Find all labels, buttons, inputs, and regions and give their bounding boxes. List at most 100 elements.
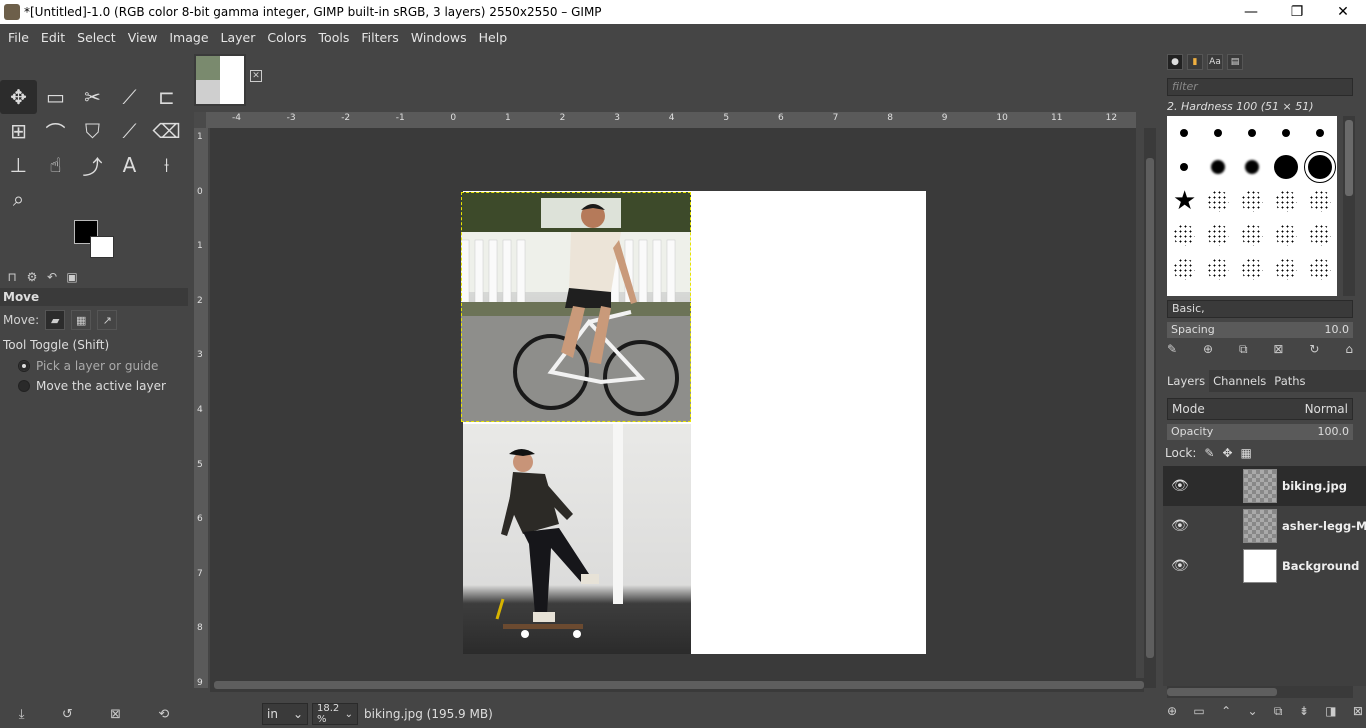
layer-row[interactable]: 👁 biking.jpg bbox=[1163, 466, 1366, 506]
layer-row[interactable]: 👁 Background bbox=[1163, 546, 1366, 586]
menu-layer[interactable]: Layer bbox=[215, 30, 262, 45]
minimize-button[interactable]: — bbox=[1228, 0, 1274, 24]
vertical-scrollbar[interactable] bbox=[1144, 128, 1156, 688]
vertical-scroll-thumb[interactable] bbox=[1146, 158, 1154, 658]
menu-select[interactable]: Select bbox=[71, 30, 122, 45]
menu-windows[interactable]: Windows bbox=[405, 30, 473, 45]
brush-filter-input[interactable]: filter bbox=[1167, 78, 1353, 96]
lower-layer-icon[interactable]: ⌄ bbox=[1248, 704, 1258, 722]
warp-transform-tool-icon[interactable]: ⌒ bbox=[37, 114, 74, 148]
merge-layer-icon[interactable]: ⇟ bbox=[1299, 704, 1309, 722]
smudge-tool-icon[interactable]: ☝ bbox=[37, 148, 74, 182]
rect-select-tool-icon[interactable]: ▭ bbox=[37, 80, 74, 114]
new-layer-icon[interactable]: ⊕ bbox=[1167, 704, 1177, 722]
fonts-tab-icon[interactable]: Aa bbox=[1207, 54, 1223, 70]
brush-item[interactable] bbox=[1211, 160, 1225, 174]
brush-item[interactable] bbox=[1275, 190, 1297, 212]
delete-brush-icon[interactable]: ⊠ bbox=[1273, 342, 1283, 360]
new-brush-icon[interactable]: ⊕ bbox=[1203, 342, 1213, 360]
tab-paths[interactable]: Paths bbox=[1270, 370, 1309, 392]
move-selection-icon[interactable]: ▦ bbox=[71, 310, 92, 330]
refresh-brushes-icon[interactable]: ↻ bbox=[1309, 342, 1319, 360]
layer-mode-select[interactable]: Mode Normal bbox=[1167, 398, 1353, 420]
bucket-fill-tool-icon[interactable]: ⛉ bbox=[74, 114, 111, 148]
layer-name[interactable]: biking.jpg bbox=[1282, 479, 1366, 493]
delete-layer-icon[interactable]: ⊠ bbox=[1353, 704, 1363, 722]
document-history-tab-icon[interactable]: ▤ bbox=[1227, 54, 1243, 70]
brush-item[interactable] bbox=[1241, 258, 1263, 280]
brush-item-selected[interactable] bbox=[1304, 151, 1336, 183]
menu-edit[interactable]: Edit bbox=[35, 30, 71, 45]
opacity-slider[interactable]: Opacity 100.0 bbox=[1167, 424, 1353, 440]
tab-channels[interactable]: Channels bbox=[1209, 370, 1270, 392]
brush-item-star[interactable]: ★ bbox=[1173, 188, 1196, 214]
horizontal-scrollbar[interactable] bbox=[210, 678, 1144, 692]
brush-scrollbar[interactable] bbox=[1343, 116, 1355, 296]
paintbrush-tool-icon[interactable]: ⟋ bbox=[111, 114, 148, 148]
brush-item[interactable] bbox=[1241, 190, 1263, 212]
paths-tool-icon[interactable]: ⤴ bbox=[74, 148, 111, 182]
layer-mask-icon[interactable]: ◨ bbox=[1325, 704, 1336, 722]
delete-options-icon[interactable]: ⊠ bbox=[110, 707, 121, 722]
brush-item[interactable] bbox=[1309, 190, 1331, 212]
visibility-eye-icon[interactable]: 👁 bbox=[1171, 478, 1189, 494]
lock-position-icon[interactable]: ✥ bbox=[1222, 446, 1232, 460]
crop-tool-icon[interactable]: ⊏ bbox=[148, 80, 185, 114]
radio-pick-layer[interactable]: Pick a layer or guide bbox=[0, 356, 188, 376]
horizontal-ruler[interactable]: -4 -3 -2 -1 0 1 2 3 4 5 6 7 8 9 10 11 12 bbox=[206, 112, 1136, 128]
fuzzy-select-tool-icon[interactable]: ⟋ bbox=[111, 80, 148, 114]
brush-item[interactable] bbox=[1248, 129, 1256, 137]
unit-select[interactable]: in ⌄ bbox=[262, 703, 308, 725]
layer-list-scrollbar[interactable] bbox=[1167, 686, 1353, 698]
image-tab-thumbnail[interactable] bbox=[194, 54, 246, 106]
brush-item[interactable] bbox=[1173, 224, 1195, 246]
brush-item[interactable] bbox=[1207, 224, 1229, 246]
menu-image[interactable]: Image bbox=[163, 30, 214, 45]
restore-button[interactable]: ❐ bbox=[1274, 0, 1320, 24]
color-picker-tool-icon[interactable]: ⟊ bbox=[148, 148, 185, 182]
horizontal-scroll-thumb[interactable] bbox=[214, 681, 1144, 689]
edit-brush-icon[interactable]: ✎ bbox=[1167, 342, 1177, 360]
brush-item[interactable] bbox=[1309, 224, 1331, 246]
scissors-select-tool-icon[interactable]: ✂ bbox=[74, 80, 111, 114]
lock-alpha-icon[interactable]: ▦ bbox=[1241, 446, 1252, 460]
menu-filters[interactable]: Filters bbox=[355, 30, 404, 45]
vertical-ruler[interactable]: 1 0 1 2 3 4 5 6 7 8 9 bbox=[194, 128, 208, 688]
reset-options-icon[interactable]: ⟲ bbox=[158, 707, 169, 722]
ruler-corner[interactable] bbox=[194, 112, 206, 128]
duplicate-brush-icon[interactable]: ⧉ bbox=[1239, 342, 1248, 360]
text-tool-icon[interactable]: A bbox=[111, 148, 148, 182]
menu-file[interactable]: File bbox=[2, 30, 35, 45]
zoom-select[interactable]: 18.2 % ⌄ bbox=[312, 703, 358, 725]
brush-item[interactable] bbox=[1274, 155, 1298, 179]
visibility-eye-icon[interactable]: 👁 bbox=[1171, 518, 1189, 534]
restore-options-icon[interactable]: ↺ bbox=[62, 707, 73, 722]
layer-name[interactable]: asher-legg-Mi bbox=[1282, 519, 1366, 533]
new-layer-group-icon[interactable]: ▭ bbox=[1193, 704, 1204, 722]
spacing-slider[interactable]: Spacing 10.0 bbox=[1167, 322, 1353, 338]
brushes-tab-icon[interactable]: ● bbox=[1167, 54, 1183, 70]
brush-item[interactable] bbox=[1245, 160, 1259, 174]
lock-pixels-icon[interactable]: ✎ bbox=[1204, 446, 1214, 460]
menu-colors[interactable]: Colors bbox=[261, 30, 312, 45]
radio-move-active[interactable]: Move the active layer bbox=[0, 376, 188, 396]
brush-item[interactable] bbox=[1207, 190, 1229, 212]
clone-tool-icon[interactable]: ⊥ bbox=[0, 148, 37, 182]
unified-transform-tool-icon[interactable]: ⊞ bbox=[0, 114, 37, 148]
brush-item[interactable] bbox=[1282, 129, 1290, 137]
tool-options-tab-icon[interactable]: ⊓ bbox=[4, 270, 20, 284]
menu-help[interactable]: Help bbox=[473, 30, 514, 45]
layer-name[interactable]: Background bbox=[1282, 559, 1366, 573]
move-path-icon[interactable]: ↗ bbox=[97, 310, 118, 330]
close-button[interactable]: ✕ bbox=[1320, 0, 1366, 24]
layer-list-scroll-thumb[interactable] bbox=[1167, 688, 1277, 696]
zoom-tool-icon[interactable]: ⌕ bbox=[0, 182, 37, 216]
layer-row[interactable]: 👁 asher-legg-Mi bbox=[1163, 506, 1366, 546]
undo-history-tab-icon[interactable]: ↶ bbox=[44, 270, 60, 284]
brush-item[interactable] bbox=[1316, 129, 1324, 137]
open-brush-folder-icon[interactable]: ⌂ bbox=[1345, 342, 1353, 360]
duplicate-layer-icon[interactable]: ⧉ bbox=[1274, 704, 1283, 722]
brush-item[interactable] bbox=[1241, 224, 1263, 246]
brush-item[interactable] bbox=[1207, 258, 1229, 280]
brush-item[interactable] bbox=[1214, 129, 1222, 137]
